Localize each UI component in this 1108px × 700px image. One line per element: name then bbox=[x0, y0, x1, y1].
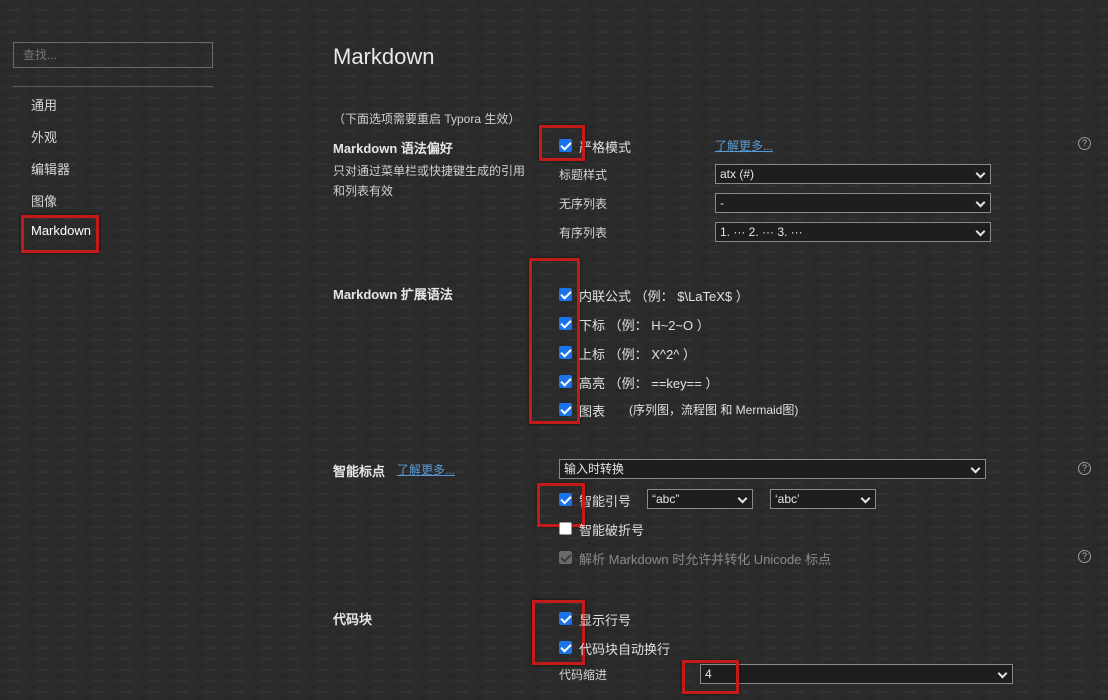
superscript-label: 上标 （例： X^2^ ） bbox=[579, 347, 696, 362]
page-title: Markdown bbox=[333, 44, 435, 69]
smart-dashes-checkbox[interactable] bbox=[559, 522, 572, 535]
code-wrap-label: 代码块自动换行 bbox=[579, 642, 671, 657]
unordered-list-value: - bbox=[720, 196, 724, 210]
chevron-down-icon bbox=[975, 226, 986, 237]
restart-note: （下面选项需要重启 Typora 生效） bbox=[333, 112, 521, 126]
inline-math-label: 内联公式 （例： $\LaTeX$ ） bbox=[579, 289, 749, 304]
ordered-list-value: 1. ··· 2. ··· 3. ··· bbox=[720, 225, 803, 239]
unordered-list-select[interactable]: - bbox=[715, 193, 991, 213]
subscript-label: 下标 （例： H~2~O ） bbox=[579, 318, 710, 333]
superscript-checkbox[interactable] bbox=[559, 346, 572, 359]
settings-panel: Markdown （下面选项需要重启 Typora 生效） Markdown 语… bbox=[0, 0, 1108, 700]
highlight-label: 高亮 （例： ==key== ） bbox=[579, 376, 719, 391]
smart-punct-label: 智能标点 bbox=[333, 464, 386, 479]
smart-punct-learn-more-link[interactable]: 了解更多... bbox=[397, 461, 455, 478]
chevron-down-icon bbox=[975, 168, 986, 179]
heading-style-select[interactable]: atx (#) bbox=[715, 164, 991, 184]
help-icon[interactable]: ? bbox=[1078, 550, 1091, 563]
chevron-down-icon bbox=[975, 197, 986, 208]
smart-dashes-label: 智能破折号 bbox=[579, 523, 645, 538]
subscript-checkbox[interactable] bbox=[559, 317, 572, 330]
code-indent-label: 代码缩进 bbox=[559, 668, 608, 682]
help-icon[interactable]: ? bbox=[1078, 137, 1091, 150]
strict-mode-checkbox[interactable] bbox=[559, 139, 572, 152]
code-block-label: 代码块 bbox=[333, 612, 373, 627]
smart-quotes-checkbox[interactable] bbox=[559, 493, 572, 506]
chevron-down-icon bbox=[997, 668, 1008, 679]
line-numbers-label: 显示行号 bbox=[579, 613, 632, 628]
diagram-label: 图表 bbox=[579, 404, 606, 419]
code-wrap-checkbox[interactable] bbox=[559, 641, 572, 654]
extended-syntax-label: Markdown 扩展语法 bbox=[333, 287, 453, 302]
diagram-note: (序列图，流程图 和 Mermaid图) bbox=[629, 403, 799, 417]
chevron-down-icon bbox=[737, 493, 748, 504]
learn-more-link[interactable]: 了解更多... bbox=[715, 137, 773, 154]
unicode-punct-checkbox bbox=[559, 551, 572, 564]
heading-style-label: 标题样式 bbox=[559, 168, 608, 182]
ordered-list-label: 有序列表 bbox=[559, 226, 608, 240]
help-icon[interactable]: ? bbox=[1078, 462, 1091, 475]
ordered-list-select[interactable]: 1. ··· 2. ··· 3. ··· bbox=[715, 222, 991, 242]
smart-punct-mode-select[interactable]: 输入时转换 bbox=[559, 459, 986, 479]
unicode-punct-label: 解析 Markdown 时允许并转化 Unicode 标点 bbox=[579, 552, 832, 567]
smart-quotes-label: 智能引号 bbox=[579, 494, 632, 509]
unordered-list-label: 无序列表 bbox=[559, 197, 608, 211]
chevron-down-icon bbox=[970, 463, 981, 474]
smart-punct-mode-value: 输入时转换 bbox=[564, 462, 625, 476]
annotation-box bbox=[529, 258, 580, 424]
syntax-pref-label: Markdown 语法偏好 bbox=[333, 141, 453, 156]
strict-mode-label: 严格模式 bbox=[579, 140, 632, 155]
code-indent-select[interactable]: 4 bbox=[700, 664, 1013, 684]
diagram-checkbox[interactable] bbox=[559, 403, 572, 416]
line-numbers-checkbox[interactable] bbox=[559, 612, 572, 625]
highlight-checkbox[interactable] bbox=[559, 375, 572, 388]
double-quote-style-select[interactable]: “abc” bbox=[647, 489, 753, 509]
single-quote-style-select[interactable]: ‘abc’ bbox=[770, 489, 876, 509]
heading-style-value: atx (#) bbox=[720, 167, 755, 181]
chevron-down-icon bbox=[860, 493, 871, 504]
double-quote-value: “abc” bbox=[652, 492, 680, 506]
code-indent-value: 4 bbox=[705, 667, 712, 681]
syntax-pref-description: 只对通过菜单栏或快捷键生成的引用和列表有效 bbox=[333, 164, 526, 198]
inline-math-checkbox[interactable] bbox=[559, 288, 572, 301]
single-quote-value: ‘abc’ bbox=[775, 492, 800, 506]
annotation-box bbox=[532, 600, 585, 665]
